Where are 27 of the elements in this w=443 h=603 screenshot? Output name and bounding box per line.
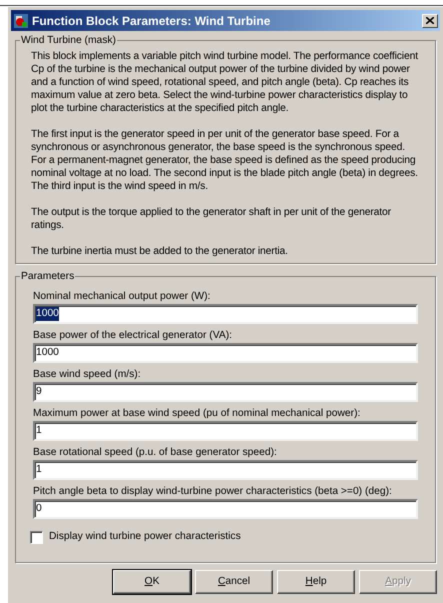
field-label: Base wind speed (m/s):: [33, 368, 142, 382]
description-paragraph: The turbine inertia must be added to the generator inertia.: [31, 245, 289, 258]
input-field[interactable]: 0: [33, 499, 418, 520]
checkbox-label: Display wind turbine power characteristics: [49, 530, 241, 544]
group-title: Parameters: [20, 270, 76, 284]
dialog-button[interactable]: OK: [113, 570, 191, 594]
input-field[interactable]: 1000: [33, 304, 418, 324]
block-icon: [13, 12, 29, 28]
field-label: Pitch angle beta to display wind-turbine power characteristics (beta >=0) (deg):: [33, 485, 393, 498]
field-label: Maximum power at base wind speed (pu of nominal mechanical power):: [33, 407, 362, 420]
group-title: Wind Turbine (mask): [20, 34, 117, 48]
description-paragraph: This block implements a variable pitch wind turbine model. The performance coefficient Cp of the turbine is the mechanical output power of the turbine divided by wind power and a function of wind speed, rotational speed, and pitch angle (beta). Cp reaches its maximum value at zero beta. Select the wind-turbine power characteristics display to plot the turbine characteristics at the specified pitch angle.: [31, 50, 419, 116]
field-label: Nominal mechanical output power (W):: [33, 290, 212, 304]
window-title: Function Block Parameters: Wind Turbine: [32, 12, 270, 30]
description-paragraph: The output is the torque applied to the generator shaft in per unit of the generator ratings.: [31, 206, 392, 232]
dialog-button[interactable]: Cancel: [195, 570, 273, 594]
description-paragraph: The first input is the generator speed in per unit of the generator base speed. For a synchronous or asynchronous generator, the base speed is the synchronous speed. For a permanent-magnet generator, the base speed is defined as the speed producing nominal voltage at no load. The second input is the blade pitch angle (beta) in degrees. The third input is the wind speed in m/s.: [31, 128, 419, 194]
input-field[interactable]: 1: [33, 460, 418, 480]
checkbox[interactable]: [30, 530, 43, 544]
field-label: Base rotational speed (p.u. of base generator speed):: [33, 446, 278, 460]
field-label: Base power of the electrical generator (VA):: [33, 329, 233, 342]
close-icon: [426, 17, 434, 24]
input-field[interactable]: 1000: [33, 343, 418, 364]
close-button[interactable]: [422, 14, 438, 28]
dialog-button[interactable]: Help: [277, 570, 355, 594]
input-field[interactable]: 1: [33, 421, 418, 442]
input-field[interactable]: 9: [33, 382, 418, 402]
